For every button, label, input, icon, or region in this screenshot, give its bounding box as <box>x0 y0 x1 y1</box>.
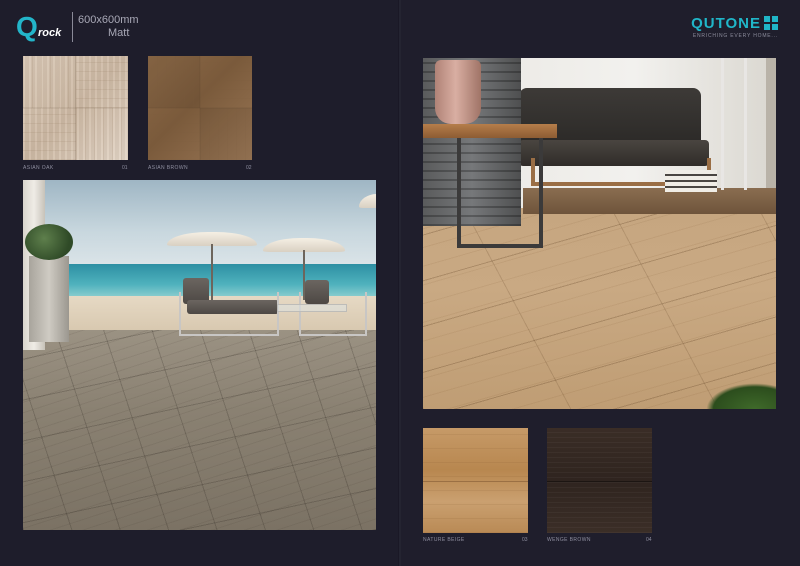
wall-edge <box>766 58 776 208</box>
side-table <box>277 304 347 312</box>
tile-swatch-asian-oak[interactable] <box>23 56 128 160</box>
swatch-quadrant <box>200 108 252 160</box>
floor-lamp <box>721 58 747 190</box>
lounger-frame <box>179 292 279 336</box>
swatch-quadrant <box>23 108 76 160</box>
qutone-tagline: ENRICHING EVERY HOME... <box>692 33 778 39</box>
swatch-number: 04 <box>646 537 652 543</box>
book-stack <box>665 170 717 192</box>
swatch-caption: ASIAN OAK <box>23 165 54 171</box>
qrock-logo: Q rock <box>16 11 72 44</box>
sky <box>23 180 376 266</box>
left-page: Q rock 600x600mm Matt ASIAN OAK 01 ASIAN… <box>0 0 399 566</box>
tile-finish-label: Matt <box>108 27 130 39</box>
swatch-quadrant <box>148 108 200 160</box>
swatch-caption: NATURE BEIGE <box>423 537 465 543</box>
tiled-deck-floor <box>23 330 376 530</box>
qrock-logo-word: rock <box>38 27 62 39</box>
brand-divider <box>72 12 73 42</box>
qutone-name: QUTONE <box>691 15 761 32</box>
coffee-table-leg <box>457 138 543 248</box>
qutone-brand: QUTONE <box>691 16 778 32</box>
grass <box>706 383 776 409</box>
beach-terrace-photo <box>23 180 376 530</box>
swatch-number: 02 <box>246 165 252 171</box>
swatch-caption: ASIAN BROWN <box>148 165 188 171</box>
planter <box>29 256 69 342</box>
swatch-quadrant <box>148 56 200 108</box>
vase <box>435 60 481 124</box>
swatch-quadrant <box>23 56 76 108</box>
tile-size-label: 600x600mm <box>78 14 139 26</box>
swatch-quadrant <box>75 56 128 108</box>
lounger-frame <box>299 292 367 336</box>
tile-swatch-nature-beige[interactable] <box>423 428 528 533</box>
tile-swatch-wenge-brown[interactable] <box>547 428 652 533</box>
coffee-table-top <box>423 124 557 138</box>
catalogue-spread: Q rock 600x600mm Matt ASIAN OAK 01 ASIAN… <box>0 0 800 566</box>
swatch-quadrant <box>75 108 128 160</box>
swatch-quadrant <box>200 56 252 108</box>
swatch-number: 01 <box>122 165 128 171</box>
swatch-number: 03 <box>522 537 528 543</box>
qrock-logo-letter: Q <box>16 11 38 42</box>
qutone-grid-icon <box>764 16 778 30</box>
rug <box>523 188 776 214</box>
tile-swatch-asian-brown[interactable] <box>148 56 252 160</box>
living-room-photo <box>423 58 776 409</box>
plant <box>25 224 73 260</box>
swatch-caption: WENGE BROWN <box>547 537 591 543</box>
qutone-logo: QUTONE ENRICHING EVERY HOME... <box>691 16 778 40</box>
